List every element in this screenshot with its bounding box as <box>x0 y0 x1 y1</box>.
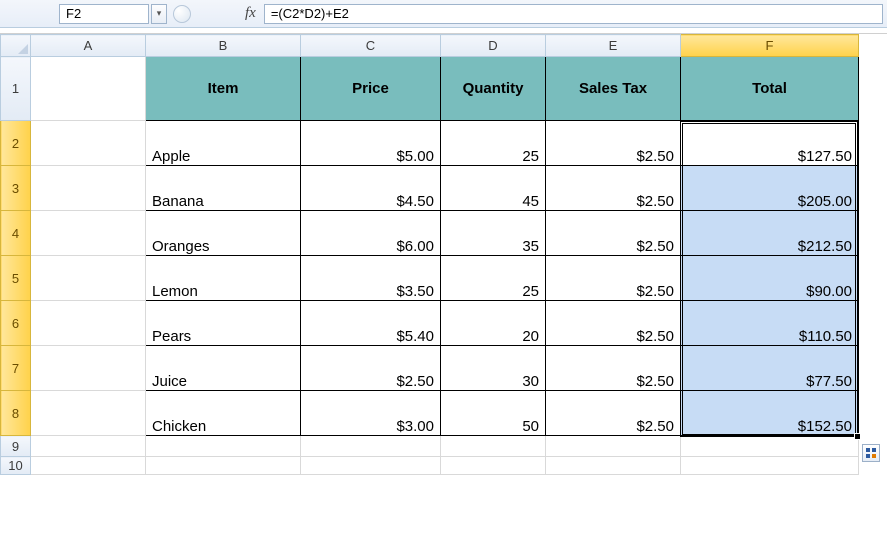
cell-C9[interactable] <box>301 436 441 457</box>
fx-icon[interactable]: fx <box>245 5 256 22</box>
cell-E7[interactable]: $2.50 <box>546 346 681 391</box>
cell-C6[interactable]: $5.40 <box>301 301 441 346</box>
row-header-3[interactable]: 3 <box>1 166 31 211</box>
cell-B9[interactable] <box>146 436 301 457</box>
cell-B10[interactable] <box>146 457 301 475</box>
cell-B2[interactable]: Apple <box>146 121 301 166</box>
cell-B7[interactable]: Juice <box>146 346 301 391</box>
row-header-5[interactable]: 5 <box>1 256 31 301</box>
formula-bar: F2 ▾ fx =(C2*D2)+E2 <box>0 0 887 28</box>
cell-C4[interactable]: $6.00 <box>301 211 441 256</box>
col-header-A[interactable]: A <box>31 35 146 57</box>
autofill-options-button[interactable] <box>862 444 880 462</box>
cell-A7[interactable] <box>31 346 146 391</box>
row-header-4[interactable]: 4 <box>1 211 31 256</box>
col-header-C[interactable]: C <box>301 35 441 57</box>
name-box-group: F2 ▾ <box>59 4 191 24</box>
autofill-options-icon <box>865 447 877 459</box>
cancel-circle-button[interactable] <box>173 5 191 23</box>
cell-A1[interactable] <box>31 57 146 121</box>
cell-C3[interactable]: $4.50 <box>301 166 441 211</box>
formula-input[interactable]: =(C2*D2)+E2 <box>264 4 883 24</box>
cell-E1[interactable]: Sales Tax <box>546 57 681 121</box>
col-header-B[interactable]: B <box>146 35 301 57</box>
cell-D5[interactable]: 25 <box>441 256 546 301</box>
cell-B3[interactable]: Banana <box>146 166 301 211</box>
col-header-D[interactable]: D <box>441 35 546 57</box>
cell-E6[interactable]: $2.50 <box>546 301 681 346</box>
cell-A3[interactable] <box>31 166 146 211</box>
cell-A4[interactable] <box>31 211 146 256</box>
cell-D8[interactable]: 50 <box>441 391 546 436</box>
cell-B1[interactable]: Item <box>146 57 301 121</box>
cell-F7[interactable]: $77.50 <box>681 346 859 391</box>
cell-F1[interactable]: Total <box>681 57 859 121</box>
grid: A B C D E F 1 Item Price Quantity Sales … <box>0 34 859 475</box>
worksheet[interactable]: A B C D E F 1 Item Price Quantity Sales … <box>0 34 887 475</box>
row-header-6[interactable]: 6 <box>1 301 31 346</box>
cell-A2[interactable] <box>31 121 146 166</box>
cell-F3[interactable]: $205.00 <box>681 166 859 211</box>
row-header-8[interactable]: 8 <box>1 391 31 436</box>
cell-C7[interactable]: $2.50 <box>301 346 441 391</box>
cell-C10[interactable] <box>301 457 441 475</box>
cell-D10[interactable] <box>441 457 546 475</box>
cell-D3[interactable]: 45 <box>441 166 546 211</box>
cell-C8[interactable]: $3.00 <box>301 391 441 436</box>
cell-D1[interactable]: Quantity <box>441 57 546 121</box>
cell-E2[interactable]: $2.50 <box>546 121 681 166</box>
row-header-9[interactable]: 9 <box>1 436 31 457</box>
cell-A8[interactable] <box>31 391 146 436</box>
cell-A9[interactable] <box>31 436 146 457</box>
cell-D6[interactable]: 20 <box>441 301 546 346</box>
select-all-corner[interactable] <box>1 35 31 57</box>
cell-B6[interactable]: Pears <box>146 301 301 346</box>
fill-handle[interactable] <box>854 433 861 440</box>
cell-F6[interactable]: $110.50 <box>681 301 859 346</box>
cell-A5[interactable] <box>31 256 146 301</box>
col-header-E[interactable]: E <box>546 35 681 57</box>
cell-C1[interactable]: Price <box>301 57 441 121</box>
cell-E8[interactable]: $2.50 <box>546 391 681 436</box>
cell-D2[interactable]: 25 <box>441 121 546 166</box>
cell-F5[interactable]: $90.00 <box>681 256 859 301</box>
cell-F8[interactable]: $152.50 <box>681 391 859 436</box>
cell-E10[interactable] <box>546 457 681 475</box>
row-header-1[interactable]: 1 <box>1 57 31 121</box>
cell-F2[interactable]: $127.50 <box>681 121 859 166</box>
cell-D4[interactable]: 35 <box>441 211 546 256</box>
cell-D9[interactable] <box>441 436 546 457</box>
cell-F9[interactable] <box>681 436 859 457</box>
name-box-dropdown[interactable]: ▾ <box>151 4 167 24</box>
row-header-10[interactable]: 10 <box>1 457 31 475</box>
row-header-7[interactable]: 7 <box>1 346 31 391</box>
cell-F10[interactable] <box>681 457 859 475</box>
cell-E5[interactable]: $2.50 <box>546 256 681 301</box>
cell-E3[interactable]: $2.50 <box>546 166 681 211</box>
cell-C2[interactable]: $5.00 <box>301 121 441 166</box>
cell-B5[interactable]: Lemon <box>146 256 301 301</box>
cell-A10[interactable] <box>31 457 146 475</box>
cell-E9[interactable] <box>546 436 681 457</box>
row-header-2[interactable]: 2 <box>1 121 31 166</box>
cell-E4[interactable]: $2.50 <box>546 211 681 256</box>
name-box[interactable]: F2 <box>59 4 149 24</box>
cell-B4[interactable]: Oranges <box>146 211 301 256</box>
cell-D7[interactable]: 30 <box>441 346 546 391</box>
cell-F4[interactable]: $212.50 <box>681 211 859 256</box>
cell-C5[interactable]: $3.50 <box>301 256 441 301</box>
cell-A6[interactable] <box>31 301 146 346</box>
chevron-down-icon: ▾ <box>157 8 162 19</box>
col-header-F[interactable]: F <box>681 35 859 57</box>
cell-B8[interactable]: Chicken <box>146 391 301 436</box>
